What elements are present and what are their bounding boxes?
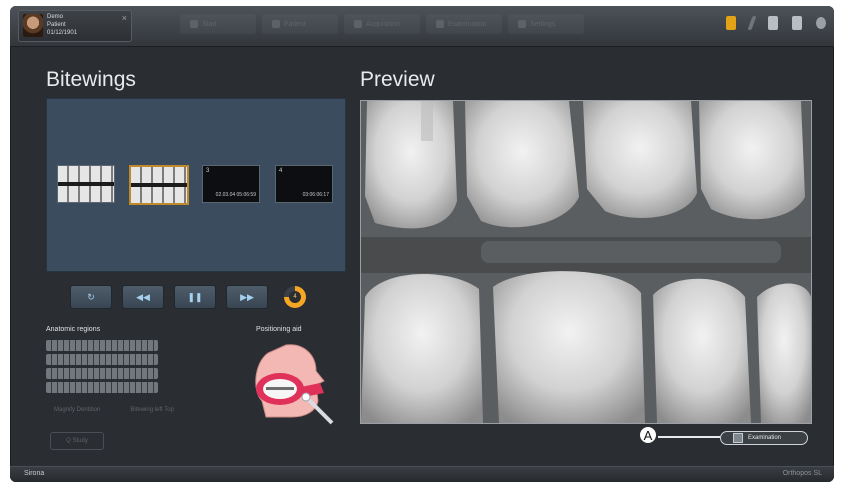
bitewings-title: Bitewings (46, 68, 136, 91)
patient-card[interactable]: Demo Patient 01/12/1901 × (18, 10, 132, 42)
repeat-icon: ↻ (87, 291, 95, 302)
thumbnail-date: 02.03.04 05:06:59 (215, 192, 256, 198)
option-magnify[interactable]: Magnify Dentition (54, 407, 100, 413)
tab-label: Settings (530, 20, 556, 28)
monitor-icon[interactable] (792, 16, 802, 30)
tab-start[interactable]: Start (180, 14, 256, 34)
tab-label: Start (202, 20, 217, 28)
region-options: Magnify Dentition Bitewing left Top (54, 407, 174, 413)
examination-label: Examination (748, 435, 782, 441)
playback-controls: ↻ ◀◀ ❚❚ ▶▶ 4 (70, 285, 306, 309)
tab-label: Patient (284, 20, 306, 28)
nav-tabs: Start Patient Acquisition Examination Se… (180, 14, 584, 34)
thumbnail-panel: 3 02.03.04 05:06:59 4 03:06:06:17 (46, 98, 346, 272)
device-status: Orthopos SL (782, 470, 822, 477)
option-bitewing[interactable]: Bitewing left Top (130, 407, 174, 413)
preview-xray-image[interactable] (360, 100, 812, 424)
middle-teeth-row (46, 354, 158, 365)
pause-icon: ❚❚ (187, 291, 203, 302)
anatomic-regions-label: Anatomic regions (46, 326, 101, 333)
patient-icon (272, 20, 280, 28)
acquire-icon (354, 20, 362, 28)
callout-line (658, 436, 720, 438)
app-window: Demo Patient 01/12/1901 × Start Patient … (10, 6, 834, 482)
next-button[interactable]: ▶▶ (226, 285, 268, 309)
document-icon[interactable] (768, 16, 778, 30)
positioning-aid-label: Positioning aid (256, 326, 302, 333)
thumbnail-2-selected[interactable] (129, 165, 189, 205)
repeat-button[interactable]: ↻ (70, 285, 112, 309)
close-icon[interactable]: × (122, 13, 127, 23)
progress-count: 4 (289, 291, 301, 303)
settings-icon (518, 20, 526, 28)
lower-teeth-row (46, 368, 158, 379)
tab-patient[interactable]: Patient (262, 14, 338, 34)
upper-teeth-row (46, 340, 158, 351)
folder-icon (190, 20, 198, 28)
preview-title: Preview (360, 68, 435, 91)
positioning-aid-illustration (255, 344, 334, 425)
anatomic-regions-chart[interactable] (46, 340, 158, 398)
patient-birthdate: 01/12/1901 (47, 30, 78, 36)
tab-label: Examination (448, 20, 487, 28)
patient-first-name: Demo (47, 14, 64, 20)
patient-info: Demo Patient 01/12/1901 (47, 13, 77, 37)
tab-acquisition[interactable]: Acquisition (344, 14, 420, 34)
previous-button[interactable]: ◀◀ (122, 285, 164, 309)
top-bar: Demo Patient 01/12/1901 × Start Patient … (10, 6, 834, 47)
forward-icon: ▶▶ (240, 291, 254, 302)
pen-icon[interactable] (747, 16, 757, 30)
thumbnail-number: 3 (206, 168, 210, 174)
callout-a: A (638, 425, 658, 445)
progress-spinner: 4 (284, 286, 306, 308)
thumbnail-1[interactable] (57, 165, 115, 203)
top-icons (726, 16, 826, 30)
sirona-logo: Sirona (24, 470, 45, 477)
thumbnail-number: 4 (279, 168, 283, 174)
pause-button[interactable]: ❚❚ (174, 285, 216, 309)
tab-label: Acquisition (366, 20, 400, 28)
help-icon[interactable] (816, 17, 826, 29)
examination-icon (733, 433, 743, 443)
exam-icon (436, 20, 444, 28)
thumbnail-3[interactable]: 3 02.03.04 05:06:59 (202, 165, 260, 203)
study-button[interactable]: Q Study (50, 432, 104, 450)
thumbnail-date: 03:06:06:17 (302, 192, 329, 198)
tab-settings[interactable]: Settings (508, 14, 584, 34)
thumbnail-4[interactable]: 4 03:06:06:17 (275, 165, 333, 203)
bottom-teeth-row (46, 382, 158, 393)
tab-examination[interactable]: Examination (426, 14, 502, 34)
status-bar: Sirona Orthopos SL (10, 466, 834, 482)
patient-last-name: Patient (47, 22, 66, 28)
examination-button[interactable]: Examination (720, 431, 808, 445)
patient-photo (23, 14, 43, 37)
database-icon[interactable] (726, 16, 736, 30)
rewind-icon: ◀◀ (136, 291, 150, 302)
